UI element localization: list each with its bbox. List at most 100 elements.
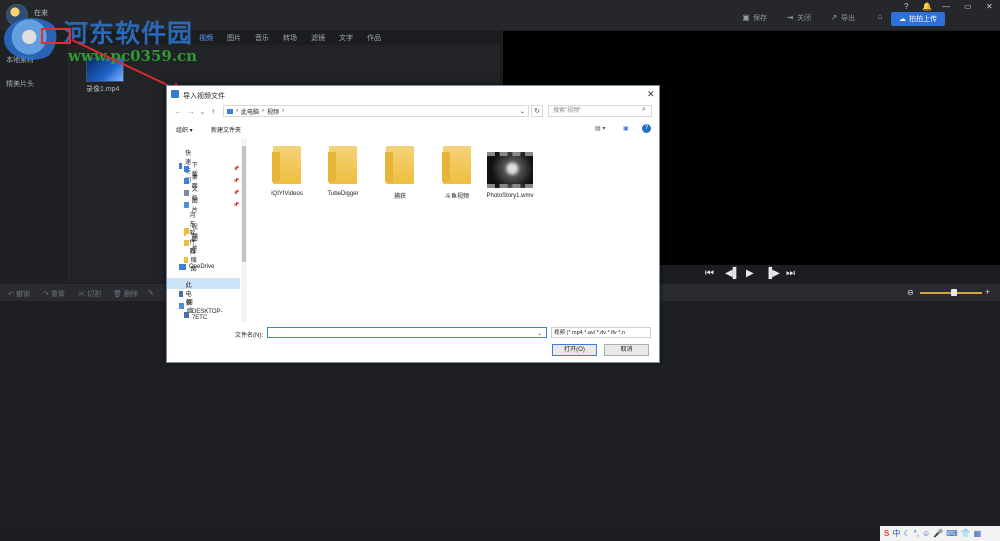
pin-icon: 📌 [233, 166, 240, 172]
file-type-filter[interactable]: 视频 (*.mp4 *.avi *.dv *.flv *.n [551, 327, 651, 338]
breadcrumb-sep: › [282, 108, 285, 114]
breadcrumb-sep: › [236, 108, 238, 114]
moon-icon[interactable]: ☾ [903, 529, 910, 538]
command-bar: 组织 ▾ 新建文件夹 ▤ ▾ ▣ ? [167, 122, 659, 136]
ime-mode-icon[interactable]: 中 [892, 528, 900, 539]
file-item[interactable]: iQIYIVideos [259, 146, 315, 197]
edit-pen-button[interactable]: ✎ [148, 289, 154, 297]
redo-button[interactable]: ↷ 重做 [43, 289, 65, 299]
skin-icon[interactable]: 👕 [961, 529, 971, 538]
computer-icon [179, 290, 183, 297]
selected-highlight [167, 278, 240, 289]
folder-icon [184, 256, 188, 263]
punctuation-icon[interactable]: °, [914, 529, 919, 538]
organize-button[interactable]: 组织 ▾ [176, 125, 193, 134]
file-item[interactable]: 斗鱼视频 [429, 146, 485, 200]
close-icon[interactable]: ✕ [986, 2, 993, 11]
pin-icon: 📌 [233, 202, 240, 208]
home-icon: ⌂ [877, 12, 883, 21]
breadcrumb-sep: › [262, 108, 265, 114]
picture-icon [184, 202, 189, 208]
folder-icon [328, 146, 357, 184]
skip-end-icon[interactable]: ⏭ [786, 268, 795, 279]
video-thumbnail [487, 152, 533, 188]
refresh-icon[interactable]: ↻ [531, 105, 543, 117]
cloud-icon: ☁ [899, 16, 906, 23]
undo-icon: ↶ [8, 291, 14, 298]
minimize-icon[interactable]: — [942, 2, 950, 11]
filename-dropdown-icon[interactable]: ⌄ [537, 330, 542, 337]
scissors-icon: ✂ [78, 291, 85, 298]
file-item[interactable]: PhotoStory1.wmv [482, 152, 538, 200]
tools-icon[interactable]: ▦ [974, 529, 982, 538]
tab-image[interactable]: 图片 [220, 30, 248, 44]
upload-button[interactable]: ☁ 拍拍上传 [891, 12, 945, 26]
username[interactable]: 在来 [34, 8, 48, 18]
sidebar-item-label: OneDrive [189, 264, 215, 270]
address-bar[interactable]: › 此电脑 › 视频 › ⌄ [223, 105, 529, 117]
breadcrumb-this-pc[interactable]: 此电脑 [241, 107, 259, 116]
tab-filter[interactable]: 滤镜 [304, 30, 332, 44]
zoom-slider-handle[interactable] [951, 289, 958, 296]
keyboard-icon[interactable]: ⌨ [946, 529, 958, 538]
trash-icon: 🗑 [113, 291, 122, 298]
breadcrumb-videos[interactable]: 视频 [267, 107, 279, 116]
tab-text[interactable]: 文字 [332, 30, 360, 44]
maximize-icon[interactable]: ▭ [964, 2, 972, 11]
folder-icon [385, 146, 414, 184]
back-icon[interactable]: ← [174, 107, 182, 116]
tab-transition[interactable]: 转场 [276, 30, 304, 44]
search-icon[interactable]: ⌕ [642, 106, 646, 114]
emoji-icon[interactable]: ☺ [922, 529, 930, 538]
nav-intros[interactable]: 精美片头 [6, 79, 34, 89]
mic-icon[interactable]: 🎤 [933, 529, 943, 538]
help-icon[interactable]: ? [642, 124, 651, 133]
next-frame-icon[interactable]: ▐▶ [765, 268, 780, 279]
bell-icon[interactable]: 🔔 [922, 2, 932, 11]
open-button[interactable]: 打开(O) [552, 344, 597, 356]
cancel-button[interactable]: 取消 [604, 344, 649, 356]
filename-input[interactable] [267, 327, 547, 338]
prev-frame-icon[interactable]: ◀▌ [725, 268, 740, 279]
save-icon: ▣ [742, 13, 750, 22]
star-icon [179, 163, 182, 169]
close-label: 关闭 [797, 15, 811, 22]
dialog-close-icon[interactable]: ✕ [647, 89, 655, 100]
save-label: 保存 [753, 15, 767, 22]
pin-icon: 📌 [233, 178, 240, 184]
address-dropdown-icon[interactable]: ⌄ [520, 108, 525, 115]
file-item[interactable]: 捕获 [372, 146, 428, 200]
preview-pane-icon[interactable]: ▣ [623, 125, 629, 132]
help-icon[interactable]: ? [904, 2, 908, 11]
new-folder-button[interactable]: 新建文件夹 [211, 125, 241, 134]
view-options-icon[interactable]: ▤ ▾ [595, 125, 605, 132]
zoom-in-icon[interactable]: + [985, 287, 990, 297]
undo-label: 撤销 [15, 291, 30, 298]
file-view: iQIYIVideos TubeDigger 捕获 斗鱼视频 PhotoStor… [249, 138, 659, 322]
sidebar-item[interactable]: DESKTOP-7ETC [184, 309, 225, 321]
up-icon[interactable]: ↑ [211, 107, 215, 116]
recent-dropdown-icon[interactable]: ⌄ [199, 107, 206, 116]
undo-button[interactable]: ↶ 撤销 [8, 289, 30, 299]
tab-music[interactable]: 音乐 [248, 30, 276, 44]
forward-icon[interactable]: → [187, 107, 195, 116]
play-icon[interactable]: ▶ [746, 268, 754, 279]
zoom-out-icon[interactable]: ⊖ [907, 288, 914, 297]
tab-works[interactable]: 作品 [360, 30, 388, 44]
home-button[interactable]: ⌂ [876, 13, 884, 21]
navigation-scrollbar-thumb[interactable] [242, 146, 246, 262]
file-item[interactable]: TubeDigger [315, 146, 371, 197]
dialog-title: 导入视频文件 [183, 93, 225, 100]
delete-button[interactable]: 🗑 删除 [113, 289, 138, 299]
export-button[interactable]: ↗ 导出 [830, 13, 855, 23]
tab-video[interactable]: 视频 [192, 30, 220, 44]
skip-start-icon[interactable]: ⏮ [705, 268, 714, 279]
library-nav [0, 30, 69, 283]
upload-label: 拍拍上传 [909, 16, 937, 23]
ime-icon[interactable]: S [884, 529, 889, 538]
sidebar-item[interactable]: OneDrive [179, 264, 214, 270]
save-button[interactable]: ▣ 保存 [742, 13, 767, 23]
close-project-button[interactable]: ⇥ 关闭 [786, 13, 811, 23]
cut-button[interactable]: ✂ 切割 [78, 289, 101, 299]
search-input[interactable]: 搜索"视频" [548, 105, 652, 117]
